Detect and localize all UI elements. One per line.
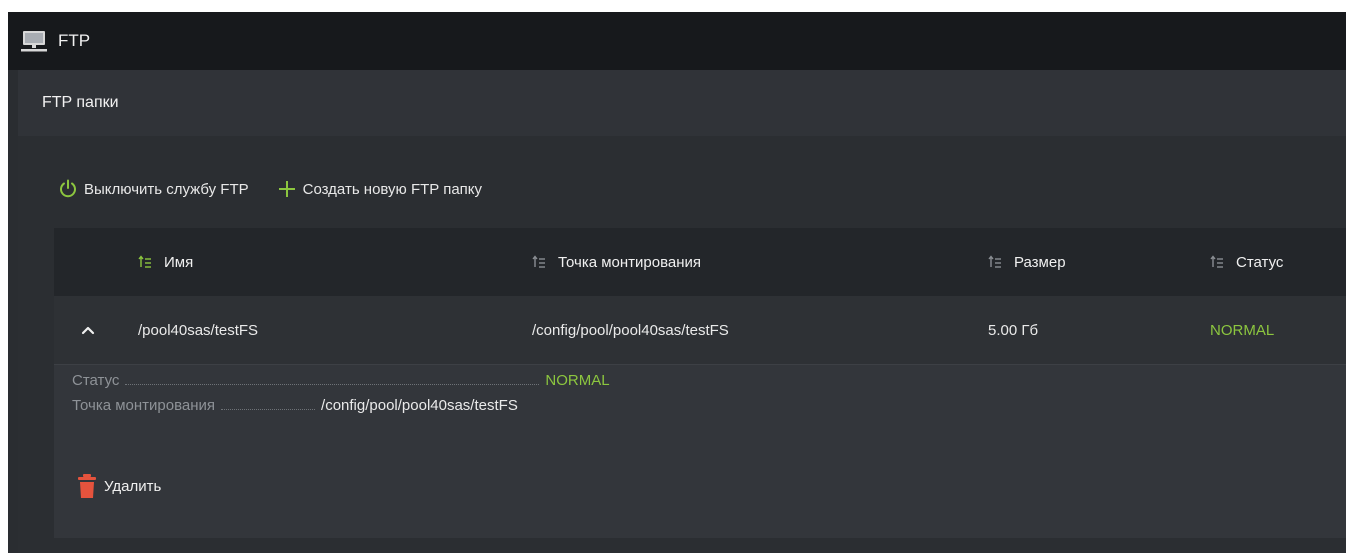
ftp-window: FTP FTP папки Выключить службу FTP Созда… — [8, 12, 1346, 553]
disable-ftp-service-label: Выключить службу FTP — [84, 180, 249, 198]
disable-ftp-service-button[interactable]: Выключить службу FTP — [58, 179, 249, 199]
panel-title: FTP папки — [42, 94, 119, 111]
power-icon — [60, 179, 76, 198]
dotted-leader — [125, 384, 540, 385]
row-status: NORMAL — [1210, 321, 1275, 339]
column-header-name[interactable]: Имя — [138, 228, 193, 296]
detail-mount-label: Точка монтирования — [72, 397, 216, 414]
create-ftp-folder-label: Создать новую FTP папку — [302, 180, 483, 198]
window-title: FTP — [58, 31, 91, 50]
detail-mount-point: Точка монтирования /config/pool/pool40sa… — [72, 392, 518, 414]
sort-icon — [1210, 255, 1223, 268]
title-bar: FTP — [8, 12, 1346, 70]
row-mount-point: /config/pool/pool40sas/testFS — [532, 321, 729, 339]
column-header-mount-point-label: Точка монтирования — [558, 253, 702, 271]
delete-label: Удалить — [104, 477, 162, 495]
column-header-status-label: Статус — [1236, 253, 1284, 271]
ftp-folders-table: Имя Точка монтирования Размер Статус /po… — [54, 228, 1346, 538]
row-size: 5.00 Гб — [988, 321, 1039, 339]
column-header-size-label: Размер — [1014, 253, 1066, 271]
detail-status-label: Статус — [72, 372, 120, 389]
detail-status: Статус NORMAL — [72, 367, 610, 389]
column-header-name-label: Имя — [164, 253, 194, 271]
trash-icon — [78, 474, 96, 498]
create-ftp-folder-button[interactable]: Создать новую FTP папку — [277, 179, 482, 199]
row-name: /pool40sas/testFS — [138, 321, 259, 339]
sort-icon — [532, 255, 545, 268]
chevron-up-icon[interactable] — [78, 320, 98, 340]
ftp-folders-panel: FTP папки Выключить службу FTP Создать н… — [18, 70, 1346, 553]
column-header-status[interactable]: Статус — [1210, 228, 1283, 296]
detail-mount-value: /config/pool/pool40sas/testFS — [321, 397, 518, 414]
column-header-size[interactable]: Размер — [988, 228, 1066, 296]
sort-active-icon — [138, 255, 151, 268]
plus-icon — [278, 181, 295, 197]
computer-network-icon — [21, 31, 47, 52]
detail-status-value: NORMAL — [545, 372, 610, 389]
row-details: Статус NORMAL Точка монтирования /config… — [54, 365, 1346, 538]
panel-header[interactable]: FTP папки — [18, 70, 1346, 136]
dotted-leader — [221, 409, 316, 410]
toolbar: Выключить службу FTP Создать новую FTP п… — [58, 174, 482, 204]
column-header-mount-point[interactable]: Точка монтирования — [532, 228, 701, 296]
delete-button[interactable]: Удалить — [76, 473, 161, 499]
sort-icon — [988, 255, 1001, 268]
table-row[interactable]: /pool40sas/testFS /config/pool/pool40sas… — [54, 296, 1346, 365]
table-header: Имя Точка монтирования Размер Статус — [54, 228, 1346, 296]
